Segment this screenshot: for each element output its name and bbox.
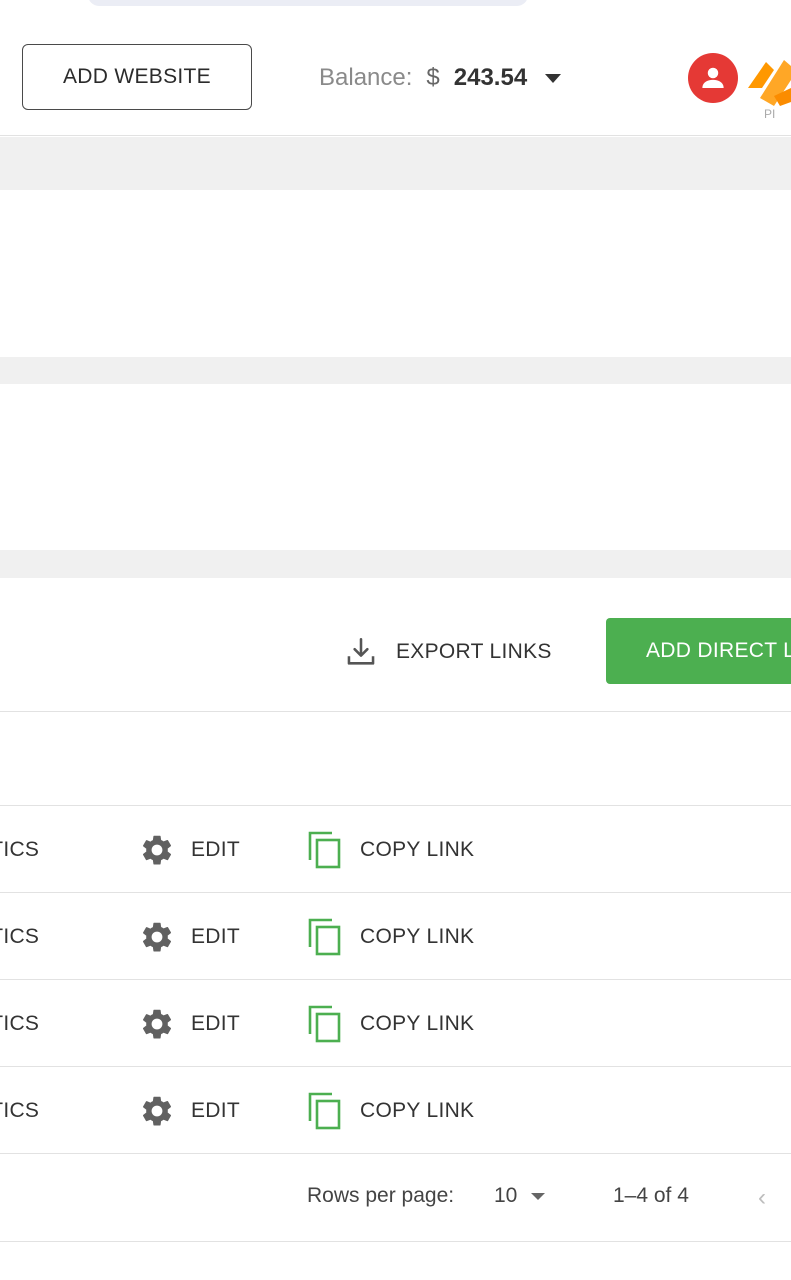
gear-icon xyxy=(142,1009,172,1039)
brand-logo: PI xyxy=(748,60,791,120)
copy-icon xyxy=(308,1005,341,1042)
gear-icon xyxy=(142,835,172,865)
table-row: STATISTICS EDIT COPY LINK xyxy=(0,1067,791,1154)
balance-currency: $ xyxy=(426,64,440,91)
export-links-button[interactable]: EXPORT LINKS xyxy=(344,632,552,672)
balance-dropdown[interactable]: Balance: $ 243.54 xyxy=(319,60,562,96)
section-separator xyxy=(0,137,791,190)
balance-amount: 243.54 xyxy=(453,64,528,91)
statistics-button[interactable]: STATISTICS xyxy=(0,806,40,893)
edit-label: EDIT xyxy=(191,837,241,861)
copy-link-button[interactable]: COPY LINK xyxy=(306,893,474,980)
statistics-button[interactable]: STATISTICS xyxy=(0,893,40,980)
chevron-left-icon[interactable]: ‹ xyxy=(758,1184,766,1212)
balance-label: Balance: xyxy=(319,64,413,91)
statistics-label: STATISTICS xyxy=(0,1098,40,1122)
edit-button[interactable]: EDIT xyxy=(139,1067,240,1154)
statistics-button[interactable]: STATISTICS xyxy=(0,1067,40,1154)
caret-down-icon xyxy=(531,1192,546,1200)
statistics-label: STATISTICS xyxy=(0,837,40,861)
export-links-label: EXPORT LINKS xyxy=(396,640,552,663)
statistics-label: STATISTICS xyxy=(0,924,40,948)
table-row: STATISTICS EDIT COPY LINK xyxy=(0,806,791,893)
caret-down-icon[interactable] xyxy=(545,73,562,83)
edit-button[interactable]: EDIT xyxy=(139,893,240,980)
pagination-range: 1–4 of 4 xyxy=(613,1184,689,1207)
table-row: STATISTICS EDIT COPY LINK xyxy=(0,980,791,1067)
header: ADD WEBSITE Balance: $ 243.54 PI xyxy=(0,18,791,136)
edit-label: EDIT xyxy=(191,1098,241,1122)
copy-link-label: COPY LINK xyxy=(360,924,475,948)
section-separator xyxy=(0,550,791,578)
svg-text:PI: PI xyxy=(764,107,775,120)
table-header xyxy=(0,712,791,806)
download-icon xyxy=(347,637,375,665)
user-icon xyxy=(702,67,724,88)
gear-icon xyxy=(142,922,172,952)
links-toolbar: EXPORT LINKS ADD DIRECT L xyxy=(0,578,791,712)
copy-link-label: COPY LINK xyxy=(360,1098,475,1122)
copy-link-label: COPY LINK xyxy=(360,1011,475,1035)
statistics-label: STATISTICS xyxy=(0,1011,40,1035)
copy-icon xyxy=(308,1092,341,1129)
table-row: STATISTICS EDIT COPY LINK xyxy=(0,893,791,980)
rows-per-page-select[interactable]: 10 xyxy=(494,1184,546,1208)
user-avatar[interactable] xyxy=(688,53,738,103)
edit-button[interactable]: EDIT xyxy=(139,806,240,893)
copy-link-button[interactable]: COPY LINK xyxy=(306,806,474,893)
table-pagination: Rows per page: 10 1–4 of 4 ‹ xyxy=(0,1154,791,1242)
section-separator xyxy=(0,357,791,384)
copy-link-button[interactable]: COPY LINK xyxy=(306,1067,474,1154)
rows-per-page-label: Rows per page: xyxy=(307,1184,455,1207)
add-website-button[interactable]: ADD WEBSITE xyxy=(22,44,252,110)
edit-button[interactable]: EDIT xyxy=(139,980,240,1067)
copy-link-button[interactable]: COPY LINK xyxy=(306,980,474,1067)
copy-link-label: COPY LINK xyxy=(360,837,475,861)
copy-icon xyxy=(308,918,341,955)
statistics-button[interactable]: STATISTICS xyxy=(0,980,40,1067)
edit-label: EDIT xyxy=(191,924,241,948)
edit-label: EDIT xyxy=(191,1011,241,1035)
add-direct-link-button[interactable]: ADD DIRECT L xyxy=(606,618,791,684)
gear-icon xyxy=(142,1096,172,1126)
copy-icon xyxy=(308,831,341,868)
rows-per-page-value: 10 xyxy=(494,1184,518,1207)
browser-address-pill xyxy=(88,0,528,6)
top-strip xyxy=(0,0,791,18)
